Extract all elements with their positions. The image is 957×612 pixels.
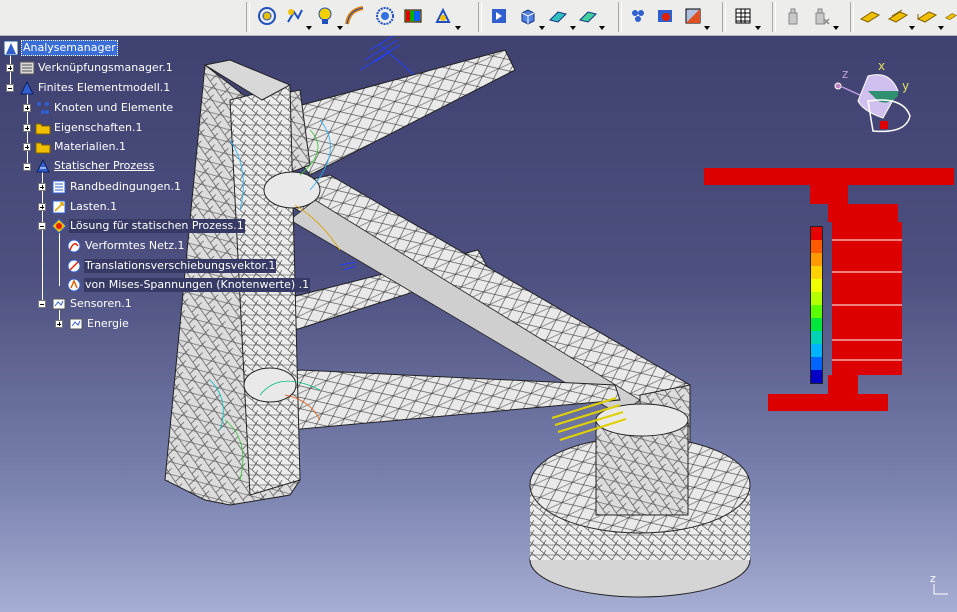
legend-color-band <box>811 253 822 266</box>
palette-background <box>704 168 954 411</box>
legend-color-band <box>811 279 822 292</box>
legend-color-band <box>811 357 822 370</box>
legend-color-band <box>811 240 822 253</box>
color-legend-bar <box>810 226 823 384</box>
legend-color-band <box>811 227 822 240</box>
legend-color-band <box>811 318 822 331</box>
legend-color-band <box>811 292 822 305</box>
legend-color-band <box>811 370 822 383</box>
legend-color-band <box>811 305 822 318</box>
legend-color-band <box>811 266 822 279</box>
axis-z-label: z <box>930 572 936 585</box>
catia-window: Analysemanager Verknüpfungsmanager.1 Fin… <box>0 0 957 612</box>
axis-triad: z <box>930 572 948 595</box>
legend-color-band <box>811 331 822 344</box>
legend-color-band <box>811 344 822 357</box>
